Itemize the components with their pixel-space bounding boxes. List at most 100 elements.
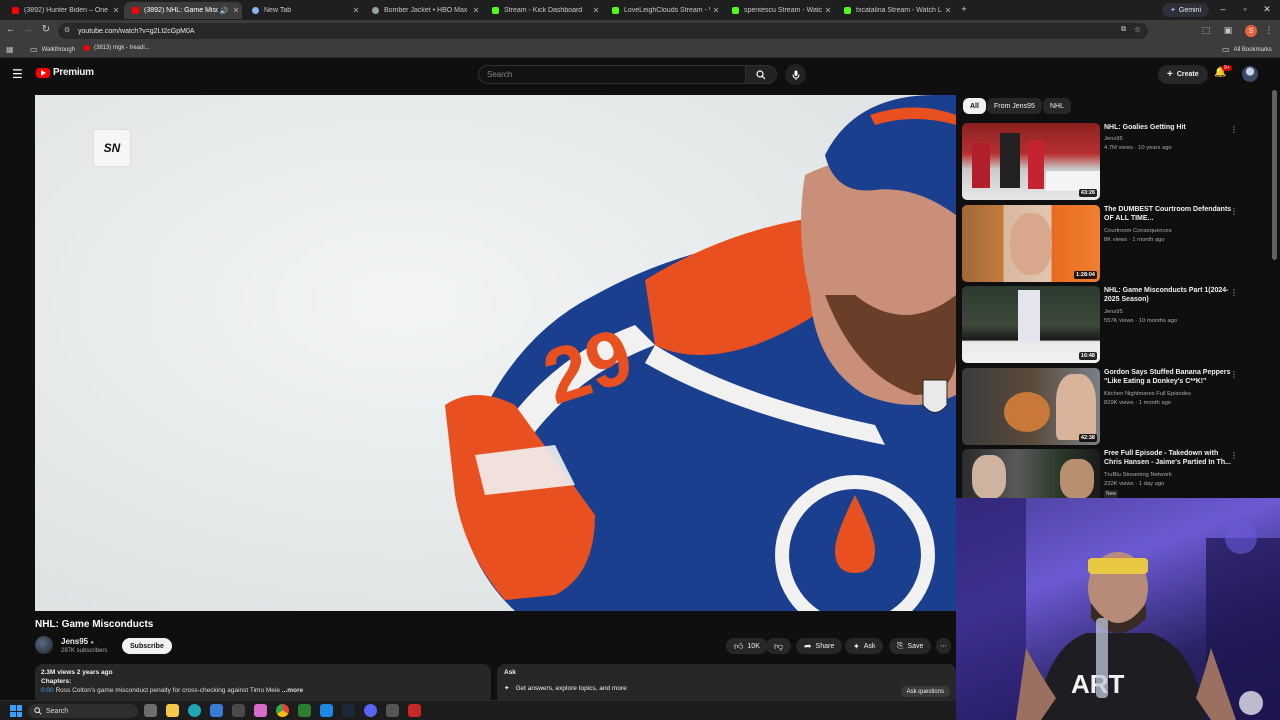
channel-avatar[interactable] xyxy=(35,636,53,654)
browser-tab[interactable]: txcatalina Stream - Watch Live ✕ xyxy=(836,2,954,19)
file-explorer-icon[interactable] xyxy=(166,704,179,717)
chapter-timestamp[interactable]: 0:00 xyxy=(41,687,54,694)
rec-title[interactable]: Free Full Episode - Takedown with Chris … xyxy=(1104,449,1232,467)
recommendation-item[interactable]: Free Full Episode - Takedown with Chris … xyxy=(962,449,1242,499)
more-actions-button[interactable]: ⋯ xyxy=(936,638,951,654)
bookmark-star-icon[interactable]: ☆ xyxy=(1134,25,1141,34)
recommendation-item[interactable]: 43:28 NHL: Goalies Getting Hit Jens95 4.… xyxy=(962,123,1242,201)
browser-tab[interactable]: (3892) Hunter Biden – One of t ✕ xyxy=(4,2,122,19)
profile-avatar[interactable]: S xyxy=(1245,25,1257,37)
video-thumbnail[interactable]: 42:38 xyxy=(962,368,1100,445)
rec-channel[interactable]: Jens95 xyxy=(1104,309,1123,315)
rec-channel[interactable]: Jens95 xyxy=(1104,136,1123,142)
windows-start-icon[interactable] xyxy=(10,705,22,717)
close-icon[interactable]: ✕ xyxy=(110,6,122,15)
sidepanel-icon[interactable]: ▣ xyxy=(1222,25,1234,36)
rec-channel[interactable]: TruBlu Streaming Network xyxy=(1104,472,1172,478)
chip-all[interactable]: All xyxy=(963,98,986,114)
app-icon[interactable] xyxy=(386,704,399,717)
rec-channel[interactable]: Courtroom Consequences xyxy=(1104,228,1172,234)
search-input[interactable]: Search xyxy=(478,65,746,84)
video-thumbnail[interactable]: 16:48 xyxy=(962,286,1100,363)
gemini-button[interactable]: ✦ Gemini xyxy=(1162,3,1210,17)
more-vert-icon[interactable]: ⋮ xyxy=(1230,451,1238,460)
task-view-icon[interactable] xyxy=(144,704,157,717)
new-tab-plus-icon[interactable]: + xyxy=(957,4,971,14)
browser-tab[interactable]: Stream - Kick Dashboard ✕ xyxy=(484,2,602,19)
minimize-icon[interactable]: – xyxy=(1216,4,1230,14)
video-player[interactable]: 29 SN xyxy=(35,95,956,611)
video-thumbnail[interactable]: 43:28 xyxy=(962,123,1100,200)
show-more-link[interactable]: ...more xyxy=(282,687,303,694)
close-icon[interactable]: ✕ xyxy=(230,6,242,15)
audio-icon[interactable]: 🔊 xyxy=(218,7,230,15)
like-button[interactable]: 👍︎ 10K xyxy=(726,638,768,654)
close-icon[interactable]: ✕ xyxy=(350,6,362,15)
dislike-button[interactable]: 👎︎ xyxy=(766,638,792,654)
more-vert-icon[interactable]: ⋮ xyxy=(1230,125,1238,134)
close-icon[interactable]: ✕ xyxy=(590,6,602,15)
rec-title[interactable]: Gordon Says Stuffed Banana Peppers "Like… xyxy=(1104,368,1232,386)
recommendation-item[interactable]: 16:48 NHL: Game Misconducts Part 1(2024-… xyxy=(962,286,1242,364)
store-icon[interactable] xyxy=(210,704,223,717)
rec-title[interactable]: NHL: Game Misconducts Part 1(2024-2025 S… xyxy=(1104,286,1232,304)
more-vert-icon[interactable]: ⋮ xyxy=(1230,207,1238,216)
bookmark-item[interactable]: ▭ Walkthrough xyxy=(30,45,75,54)
chrome-icon[interactable] xyxy=(276,704,289,717)
bookmark-item[interactable]: (3813) mgk - treadi... xyxy=(84,45,150,51)
video-thumbnail[interactable] xyxy=(962,449,1100,499)
browser-tab[interactable]: spentescu Stream - Watch Live ✕ xyxy=(724,2,834,19)
site-info-icon[interactable]: ⚙ xyxy=(64,26,70,34)
subscribe-button[interactable]: Subscribe xyxy=(122,638,172,654)
close-window-icon[interactable]: ✕ xyxy=(1260,4,1274,15)
rec-title[interactable]: The DUMBEST Courtroom Defendants OF ALL … xyxy=(1104,205,1232,223)
all-bookmarks[interactable]: ▭ All Bookmarks xyxy=(1222,45,1272,54)
more-vert-icon[interactable]: ⋮ xyxy=(1263,25,1275,36)
maximize-icon[interactable]: ▫ xyxy=(1238,4,1252,14)
browser-tab[interactable]: New Tab ✕ xyxy=(244,2,362,19)
install-icon[interactable]: ⧉ xyxy=(1121,26,1126,34)
close-icon[interactable]: ✕ xyxy=(470,6,482,15)
apps-grid-icon[interactable]: ▦ xyxy=(6,45,14,54)
search-button[interactable] xyxy=(745,65,777,84)
chip-nhl[interactable]: NHL xyxy=(1043,98,1072,114)
discord-icon[interactable] xyxy=(364,704,377,717)
extensions-icon[interactable]: ⬚ xyxy=(1200,25,1212,36)
browser-tab[interactable]: LoveLeighClouds Stream - Watc ✕ xyxy=(604,2,722,19)
address-bar[interactable]: ⚙ youtube.com/watch?v=g2Lt2cGpM0A ⧉ ☆ xyxy=(58,23,1148,39)
rec-channel[interactable]: Kitchen Nightmares Full Episodes xyxy=(1104,391,1191,397)
more-vert-icon[interactable]: ⋮ xyxy=(1230,288,1238,297)
create-button[interactable]: + Create xyxy=(1158,65,1208,84)
youtube-logo[interactable]: Premium xyxy=(36,67,94,78)
close-icon[interactable]: ✕ xyxy=(710,6,722,15)
app-icon[interactable] xyxy=(320,704,333,717)
app-icon[interactable] xyxy=(298,704,311,717)
more-vert-icon[interactable]: ⋮ xyxy=(1230,370,1238,379)
edge-icon[interactable] xyxy=(188,704,201,717)
forward-arrow-icon[interactable]: → xyxy=(21,24,35,35)
browser-tab-active[interactable]: (3892) NHL: Game Misconduct 🔊 ✕ xyxy=(124,2,242,19)
hamburger-menu-icon[interactable]: ☰ xyxy=(12,67,23,81)
browser-tab[interactable]: Bomber Jacket • HBO Max ✕ xyxy=(364,2,482,19)
reload-icon[interactable]: ↻ xyxy=(39,24,53,35)
save-button[interactable]: ⎘ Save xyxy=(889,638,932,654)
steam-icon[interactable] xyxy=(342,704,355,717)
account-avatar[interactable] xyxy=(1242,66,1258,82)
scrollbar[interactable] xyxy=(1272,90,1277,260)
ask-button[interactable]: ✦ Ask xyxy=(845,638,884,654)
close-icon[interactable]: ✕ xyxy=(822,6,834,15)
video-thumbnail[interactable]: 1:28:04 xyxy=(962,205,1100,282)
taskbar-search[interactable]: Search xyxy=(28,704,138,718)
recommendation-item[interactable]: 42:38 Gordon Says Stuffed Banana Peppers… xyxy=(962,368,1242,446)
voice-search-button[interactable] xyxy=(785,64,806,85)
back-arrow-icon[interactable]: ← xyxy=(4,24,18,35)
close-icon[interactable]: ✕ xyxy=(942,6,954,15)
channel-name[interactable]: Jens95 ● xyxy=(61,637,94,646)
recommendation-item[interactable]: 1:28:04 The DUMBEST Courtroom Defendants… xyxy=(962,205,1242,283)
ask-questions-button[interactable]: Ask questions xyxy=(900,686,950,697)
app-icon[interactable] xyxy=(232,704,245,717)
app-icon[interactable] xyxy=(408,704,421,717)
description-box[interactable]: 2.3M views 2 years ago Chapters: 0:00 Ro… xyxy=(35,664,491,704)
chip-from-channel[interactable]: From Jens95 xyxy=(987,98,1042,114)
photos-icon[interactable] xyxy=(254,704,267,717)
